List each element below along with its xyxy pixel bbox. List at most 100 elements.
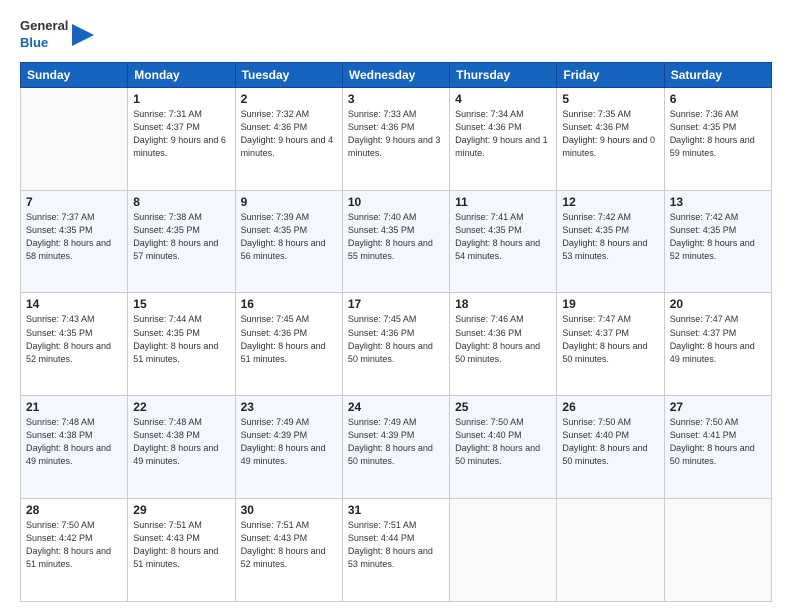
calendar-cell: 19Sunrise: 7:47 AMSunset: 4:37 PMDayligh… (557, 293, 664, 396)
logo: General Blue (20, 18, 94, 52)
calendar-cell: 31Sunrise: 7:51 AMSunset: 4:44 PMDayligh… (342, 499, 449, 602)
cell-sun-info: Sunrise: 7:48 AMSunset: 4:38 PMDaylight:… (26, 416, 122, 468)
calendar-cell: 27 Sunrise: 7:50 AMSunset: 4:41 PMDayligh… (664, 396, 771, 499)
calendar-cell: 5Sunrise: 7:35 AMSunset: 4:36 PMDaylight… (557, 87, 664, 190)
cell-sun-info: Sunrise: 7:47 AMSunset: 4:37 PMDaylight:… (670, 313, 766, 365)
cell-sun-info: Sunrise: 7:51 AMSunset: 4:44 PMDaylight:… (348, 519, 444, 571)
calendar-cell: 4 Sunrise: 7:34 AMSunset: 4:36 PMDaylight… (450, 87, 557, 190)
day-number: 15 (133, 297, 229, 311)
calendar-cell: 13 Sunrise: 7:42 AMSunset: 4:35 PMDayligh… (664, 190, 771, 293)
calendar-cell: 10 Sunrise: 7:40 AMSunset: 4:35 PMDayligh… (342, 190, 449, 293)
calendar-cell: 18 Sunrise: 7:46 AMSunset: 4:36 PMDayligh… (450, 293, 557, 396)
calendar-cell: 20 Sunrise: 7:47 AMSunset: 4:37 PMDayligh… (664, 293, 771, 396)
calendar-cell: 1 Sunrise: 7:31 AMSunset: 4:37 PMDaylight… (128, 87, 235, 190)
header: General Blue (20, 18, 772, 52)
calendar-table: SundayMondayTuesdayWednesdayThursdayFrid… (20, 62, 772, 602)
calendar-cell: 16 Sunrise: 7:45 AMSunset: 4:36 PMDayligh… (235, 293, 342, 396)
day-number: 25 (455, 400, 551, 414)
calendar-cell: 8Sunrise: 7:38 AMSunset: 4:35 PMDaylight… (128, 190, 235, 293)
calendar-cell: 12Sunrise: 7:42 AMSunset: 4:35 PMDayligh… (557, 190, 664, 293)
calendar-header-row: SundayMondayTuesdayWednesdayThursdayFrid… (21, 62, 772, 87)
calendar-cell: 26Sunrise: 7:50 AMSunset: 4:40 PMDayligh… (557, 396, 664, 499)
day-number: 30 (241, 503, 337, 517)
calendar-cell: 15 Sunrise: 7:44 AMSunset: 4:35 PMDayligh… (128, 293, 235, 396)
day-number: 2 (241, 92, 337, 106)
calendar-cell: 3 Sunrise: 7:33 AMSunset: 4:36 PMDaylight… (342, 87, 449, 190)
calendar-week-4: 21 Sunrise: 7:48 AMSunset: 4:38 PMDayligh… (21, 396, 772, 499)
cell-sun-info: Sunrise: 7:46 AMSunset: 4:36 PMDaylight:… (455, 313, 551, 365)
day-number: 27 (670, 400, 766, 414)
calendar-week-3: 14 Sunrise: 7:43 AMSunset: 4:35 PMDayligh… (21, 293, 772, 396)
cell-sun-info: Sunrise: 7:50 AMSunset: 4:40 PMDaylight:… (562, 416, 658, 468)
cell-sun-info: Sunrise: 7:39 AMSunset: 4:35 PMDaylight:… (241, 211, 337, 263)
calendar-cell: 17Sunrise: 7:45 AMSunset: 4:36 PMDayligh… (342, 293, 449, 396)
cell-sun-info: Sunrise: 7:37 AMSunset: 4:35 PMDaylight:… (26, 211, 122, 263)
cell-sun-info: Sunrise: 7:45 AMSunset: 4:36 PMDaylight:… (241, 313, 337, 365)
day-number: 21 (26, 400, 122, 414)
day-number: 4 (455, 92, 551, 106)
day-number: 18 (455, 297, 551, 311)
calendar-cell: 11 Sunrise: 7:41 AMSunset: 4:35 PMDayligh… (450, 190, 557, 293)
calendar-cell (664, 499, 771, 602)
day-number: 16 (241, 297, 337, 311)
calendar-cell: 28Sunrise: 7:50 AMSunset: 4:42 PMDayligh… (21, 499, 128, 602)
cell-sun-info: Sunrise: 7:45 AMSunset: 4:36 PMDaylight:… (348, 313, 444, 365)
cell-sun-info: Sunrise: 7:51 AMSunset: 4:43 PMDaylight:… (133, 519, 229, 571)
day-number: 3 (348, 92, 444, 106)
weekday-header-saturday: Saturday (664, 62, 771, 87)
weekday-header-friday: Friday (557, 62, 664, 87)
weekday-header-tuesday: Tuesday (235, 62, 342, 87)
calendar-cell: 6Sunrise: 7:36 AMSunset: 4:35 PMDaylight… (664, 87, 771, 190)
day-number: 13 (670, 195, 766, 209)
day-number: 14 (26, 297, 122, 311)
cell-sun-info: Sunrise: 7:41 AMSunset: 4:35 PMDaylight:… (455, 211, 551, 263)
logo-line1: General (20, 18, 68, 35)
day-number: 20 (670, 297, 766, 311)
calendar-cell (450, 499, 557, 602)
cell-sun-info: Sunrise: 7:35 AMSunset: 4:36 PMDaylight:… (562, 108, 658, 160)
cell-sun-info: Sunrise: 7:49 AMSunset: 4:39 PMDaylight:… (348, 416, 444, 468)
cell-sun-info: Sunrise: 7:42 AMSunset: 4:35 PMDaylight:… (670, 211, 766, 263)
day-number: 28 (26, 503, 122, 517)
day-number: 9 (241, 195, 337, 209)
cell-sun-info: Sunrise: 7:43 AMSunset: 4:35 PMDaylight:… (26, 313, 122, 365)
day-number: 24 (348, 400, 444, 414)
day-number: 1 (133, 92, 229, 106)
day-number: 7 (26, 195, 122, 209)
calendar-cell (21, 87, 128, 190)
day-number: 10 (348, 195, 444, 209)
cell-sun-info: Sunrise: 7:31 AMSunset: 4:37 PMDaylight:… (133, 108, 229, 160)
cell-sun-info: Sunrise: 7:42 AMSunset: 4:35 PMDaylight:… (562, 211, 658, 263)
weekday-header-wednesday: Wednesday (342, 62, 449, 87)
calendar-week-5: 28Sunrise: 7:50 AMSunset: 4:42 PMDayligh… (21, 499, 772, 602)
weekday-header-monday: Monday (128, 62, 235, 87)
day-number: 19 (562, 297, 658, 311)
calendar-cell: 29 Sunrise: 7:51 AMSunset: 4:43 PMDayligh… (128, 499, 235, 602)
day-number: 6 (670, 92, 766, 106)
cell-sun-info: Sunrise: 7:50 AMSunset: 4:40 PMDaylight:… (455, 416, 551, 468)
weekday-header-sunday: Sunday (21, 62, 128, 87)
cell-sun-info: Sunrise: 7:34 AMSunset: 4:36 PMDaylight:… (455, 108, 551, 160)
cell-sun-info: Sunrise: 7:40 AMSunset: 4:35 PMDaylight:… (348, 211, 444, 263)
calendar-cell: 23 Sunrise: 7:49 AMSunset: 4:39 PMDayligh… (235, 396, 342, 499)
calendar-week-2: 7 Sunrise: 7:37 AMSunset: 4:35 PMDaylight… (21, 190, 772, 293)
cell-sun-info: Sunrise: 7:33 AMSunset: 4:36 PMDaylight:… (348, 108, 444, 160)
calendar-cell: 2 Sunrise: 7:32 AMSunset: 4:36 PMDaylight… (235, 87, 342, 190)
cell-sun-info: Sunrise: 7:51 AMSunset: 4:43 PMDaylight:… (241, 519, 337, 571)
cell-sun-info: Sunrise: 7:48 AMSunset: 4:38 PMDaylight:… (133, 416, 229, 468)
logo-line2: Blue (20, 35, 68, 52)
weekday-header-thursday: Thursday (450, 62, 557, 87)
day-number: 29 (133, 503, 229, 517)
day-number: 23 (241, 400, 337, 414)
cell-sun-info: Sunrise: 7:49 AMSunset: 4:39 PMDaylight:… (241, 416, 337, 468)
calendar-cell: 30 Sunrise: 7:51 AMSunset: 4:43 PMDayligh… (235, 499, 342, 602)
calendar-cell: 9 Sunrise: 7:39 AMSunset: 4:35 PMDaylight… (235, 190, 342, 293)
calendar-page: General Blue SundayMondayTuesdayWednesda… (0, 0, 792, 612)
cell-sun-info: Sunrise: 7:50 AMSunset: 4:41 PMDaylight:… (670, 416, 766, 468)
cell-sun-info: Sunrise: 7:38 AMSunset: 4:35 PMDaylight:… (133, 211, 229, 263)
cell-sun-info: Sunrise: 7:32 AMSunset: 4:36 PMDaylight:… (241, 108, 337, 160)
cell-sun-info: Sunrise: 7:44 AMSunset: 4:35 PMDaylight:… (133, 313, 229, 365)
calendar-cell: 24 Sunrise: 7:49 AMSunset: 4:39 PMDayligh… (342, 396, 449, 499)
calendar-cell: 22Sunrise: 7:48 AMSunset: 4:38 PMDayligh… (128, 396, 235, 499)
day-number: 11 (455, 195, 551, 209)
